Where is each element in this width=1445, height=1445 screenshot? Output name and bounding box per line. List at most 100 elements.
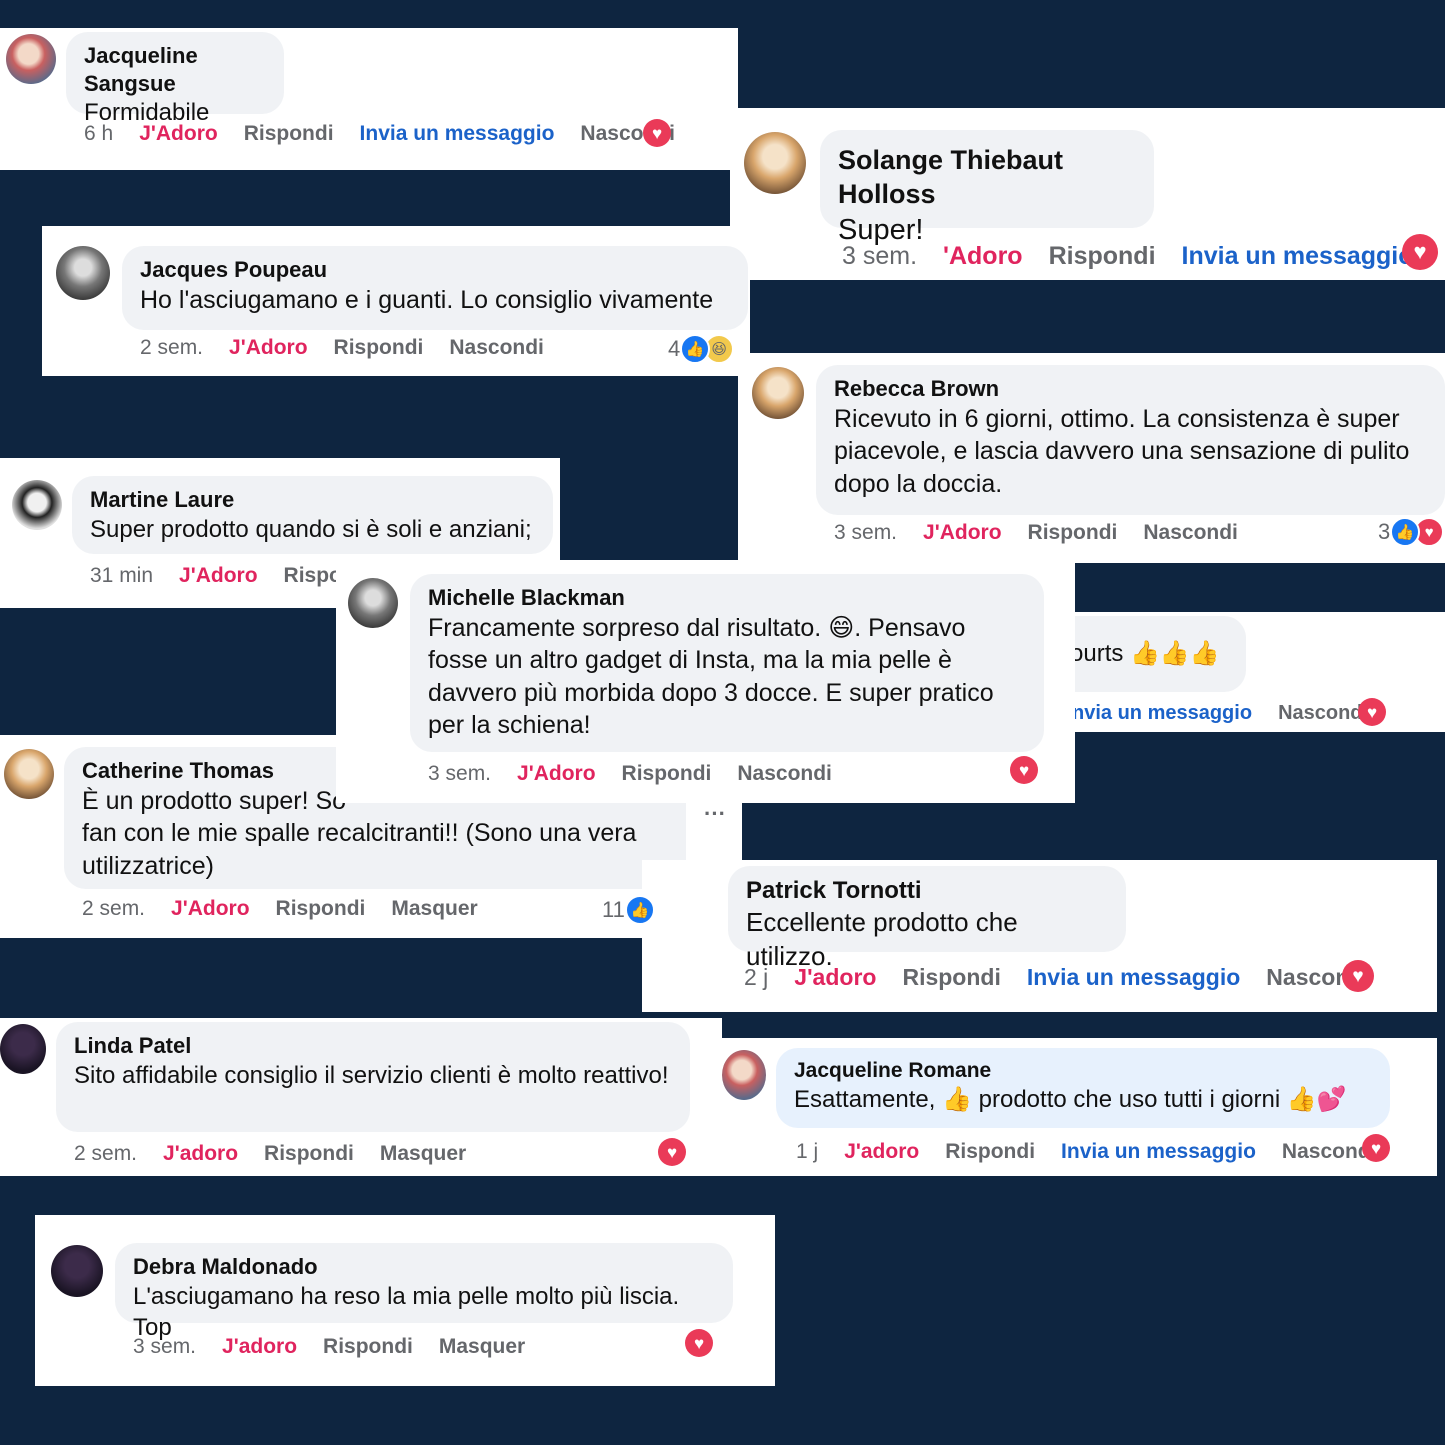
avatar[interactable] — [51, 1245, 103, 1297]
commenter-name[interactable]: Debra Maldonado — [133, 1253, 715, 1281]
comment-card-rebecca-brown: Rebecca Brown Ricevuto in 6 giorni, otti… — [738, 353, 1445, 563]
hide-button[interactable]: Nascondi — [1143, 521, 1238, 545]
comment-actions: 3 sem. 'Adoro Rispondi Invia un messaggi… — [842, 242, 1440, 271]
comment-bubble: Jacqueline Sangsue Formidabile — [66, 32, 284, 126]
commenter-name[interactable]: Solange Thiebaut Holloss — [838, 144, 1136, 212]
like-button[interactable]: J'Adoro — [179, 564, 258, 588]
avatar[interactable] — [348, 578, 398, 628]
commenter-name[interactable]: Jacqueline Sangsue — [84, 42, 266, 97]
comment-time[interactable]: 2 j — [744, 964, 768, 991]
heart-reaction-icon[interactable]: ♥ — [1010, 756, 1038, 784]
more-options-icon[interactable]: ··· — [704, 801, 726, 827]
comment-bubble: Solange Thiebaut Holloss Super! — [820, 130, 1154, 246]
heart-reaction-icon[interactable]: ♥ — [1358, 698, 1386, 726]
comment-time[interactable]: 3 sem. — [834, 521, 897, 545]
comment-bubble: courts 👍👍👍 — [1060, 616, 1246, 692]
heart-reaction-icon[interactable]: ♥ — [643, 119, 671, 147]
comment-bubble: Linda Patel Sito affidabile consiglio il… — [56, 1022, 690, 1132]
avatar[interactable] — [12, 480, 62, 530]
avatar[interactable] — [0, 1024, 46, 1074]
like-button[interactable]: J'Adoro — [229, 336, 308, 360]
commenter-name[interactable]: Jacqueline Romane — [794, 1058, 1372, 1084]
avatar[interactable] — [6, 34, 56, 84]
reply-button[interactable]: Rispondi — [264, 1142, 354, 1166]
avatar[interactable] — [744, 132, 806, 194]
comment-time[interactable]: 3 sem. — [133, 1335, 196, 1359]
hide-button[interactable]: Nascondi — [449, 336, 544, 360]
heart-reaction-icon[interactable]: ♥ — [1402, 234, 1438, 270]
heart-reaction-icon[interactable]: ♥ — [658, 1138, 686, 1166]
commenter-name[interactable]: Martine Laure — [90, 486, 535, 514]
avatar[interactable] — [752, 367, 804, 419]
comment-time[interactable]: 3 sem. — [842, 242, 917, 271]
thumbs-up-emoji-icon: 👍 — [942, 1085, 972, 1114]
comment-time[interactable]: 31 min — [90, 564, 153, 588]
comment-time[interactable]: 2 sem. — [74, 1142, 137, 1166]
reaction-summary[interactable]: 4 👍 😆 — [668, 334, 735, 364]
comment-card-partial: courts 👍👍👍 nvia un messaggio Nascondi ♥ — [1060, 612, 1445, 732]
like-button[interactable]: J'Adoro — [923, 521, 1002, 545]
like-button[interactable]: J'Adoro — [139, 122, 218, 146]
reaction-count: 3 — [1378, 519, 1391, 544]
like-button[interactable]: 'Adoro — [943, 242, 1023, 271]
comment-bubble: Michelle Blackman Francamente sorpreso d… — [410, 574, 1044, 752]
reply-button[interactable]: Rispondi — [902, 964, 1000, 991]
like-button[interactable]: J'Adoro — [171, 897, 250, 921]
thumbs-hearts-emoji-icon: 👍💕 — [1286, 1085, 1347, 1114]
heart-reaction-icon[interactable]: ♥ — [1362, 1134, 1390, 1162]
avatar[interactable] — [4, 749, 54, 799]
like-button[interactable]: J'adoro — [794, 964, 876, 991]
comment-actions: 2 sem. J'Adoro Rispondi Nascondi — [140, 336, 570, 360]
comment-card-michelle-blackman: Michelle Blackman Francamente sorpreso d… — [336, 560, 1075, 803]
comment-text: Francamente sorpreso dal risultato. 😄. P… — [428, 612, 994, 740]
send-message-button[interactable]: Invia un messaggio — [1061, 1140, 1256, 1164]
avatar[interactable] — [56, 246, 110, 300]
comment-bubble: Jacques Poupeau Ho l'asciugamano e i gua… — [122, 246, 748, 330]
like-reaction-icon: 👍 — [680, 334, 711, 364]
send-message-button[interactable]: nvia un messaggio — [1072, 702, 1252, 725]
commenter-name[interactable]: Jacques Poupeau — [140, 256, 730, 284]
reply-button[interactable]: Rispondi — [1028, 521, 1118, 545]
reply-button[interactable]: Rispondi — [244, 122, 334, 146]
comment-card-solange: Solange Thiebaut Holloss Super! 3 sem. '… — [730, 108, 1445, 280]
hide-button[interactable]: Nascondi — [737, 762, 832, 786]
hide-button[interactable]: Nascondi — [1278, 702, 1368, 725]
hide-button[interactable]: Masquer — [391, 897, 477, 921]
comment-bubble: Jacqueline Romane Esattamente, 👍 prodott… — [776, 1048, 1390, 1128]
reaction-summary[interactable]: 3 👍 ♥ — [1378, 517, 1445, 547]
heart-reaction-icon[interactable]: ♥ — [1342, 960, 1374, 992]
comment-time[interactable]: 3 sem. — [428, 762, 491, 786]
hide-button[interactable]: Masquer — [439, 1335, 525, 1359]
comment-actions: nvia un messaggio Nascondi — [1072, 702, 1394, 725]
send-message-button[interactable]: Invia un messaggio — [360, 122, 555, 146]
send-message-button[interactable]: Invia un messaggio — [1182, 242, 1414, 271]
comment-actions: 1 j J'adoro Rispondi Invia un messaggio … — [796, 1140, 1402, 1164]
comment-actions: 3 sem. J'Adoro Rispondi Nascondi — [834, 521, 1264, 545]
heart-reaction-icon[interactable]: ♥ — [685, 1329, 713, 1357]
reply-button[interactable]: Rispondi — [1049, 242, 1156, 271]
send-message-button[interactable]: Invia un messaggio — [1027, 964, 1240, 991]
like-button[interactable]: J'adoro — [163, 1142, 238, 1166]
comment-actions: 2 sem. J'Adoro Rispondi Masquer — [82, 897, 504, 921]
reply-button[interactable]: Rispondi — [945, 1140, 1035, 1164]
comment-time[interactable]: 2 sem. — [82, 897, 145, 921]
comment-time[interactable]: 1 j — [796, 1140, 818, 1164]
avatar[interactable] — [722, 1050, 766, 1100]
commenter-name[interactable]: Rebecca Brown — [834, 375, 1427, 403]
comment-bubble: Martine Laure Super prodotto quando si è… — [72, 476, 553, 554]
reply-button[interactable]: Rispondi — [334, 336, 424, 360]
reply-button[interactable]: Rispondi — [622, 762, 712, 786]
commenter-name[interactable]: Patrick Tornotti — [746, 876, 1108, 906]
like-button[interactable]: J'Adoro — [517, 762, 596, 786]
comment-time[interactable]: 6 h — [84, 122, 113, 146]
hide-button[interactable]: Masquer — [380, 1142, 466, 1166]
reply-button[interactable]: Rispondi — [276, 897, 366, 921]
like-button[interactable]: J'adoro — [844, 1140, 919, 1164]
commenter-name[interactable]: Michelle Blackman — [428, 584, 1026, 612]
comment-time[interactable]: 2 sem. — [140, 336, 203, 360]
like-button[interactable]: J'adoro — [222, 1335, 297, 1359]
comment-actions: 3 sem. J'adoro Rispondi Masquer — [133, 1335, 551, 1359]
comment-actions: 6 h J'Adoro Rispondi Invia un messaggio … — [84, 122, 701, 146]
reply-button[interactable]: Rispondi — [323, 1335, 413, 1359]
commenter-name[interactable]: Linda Patel — [74, 1032, 672, 1060]
